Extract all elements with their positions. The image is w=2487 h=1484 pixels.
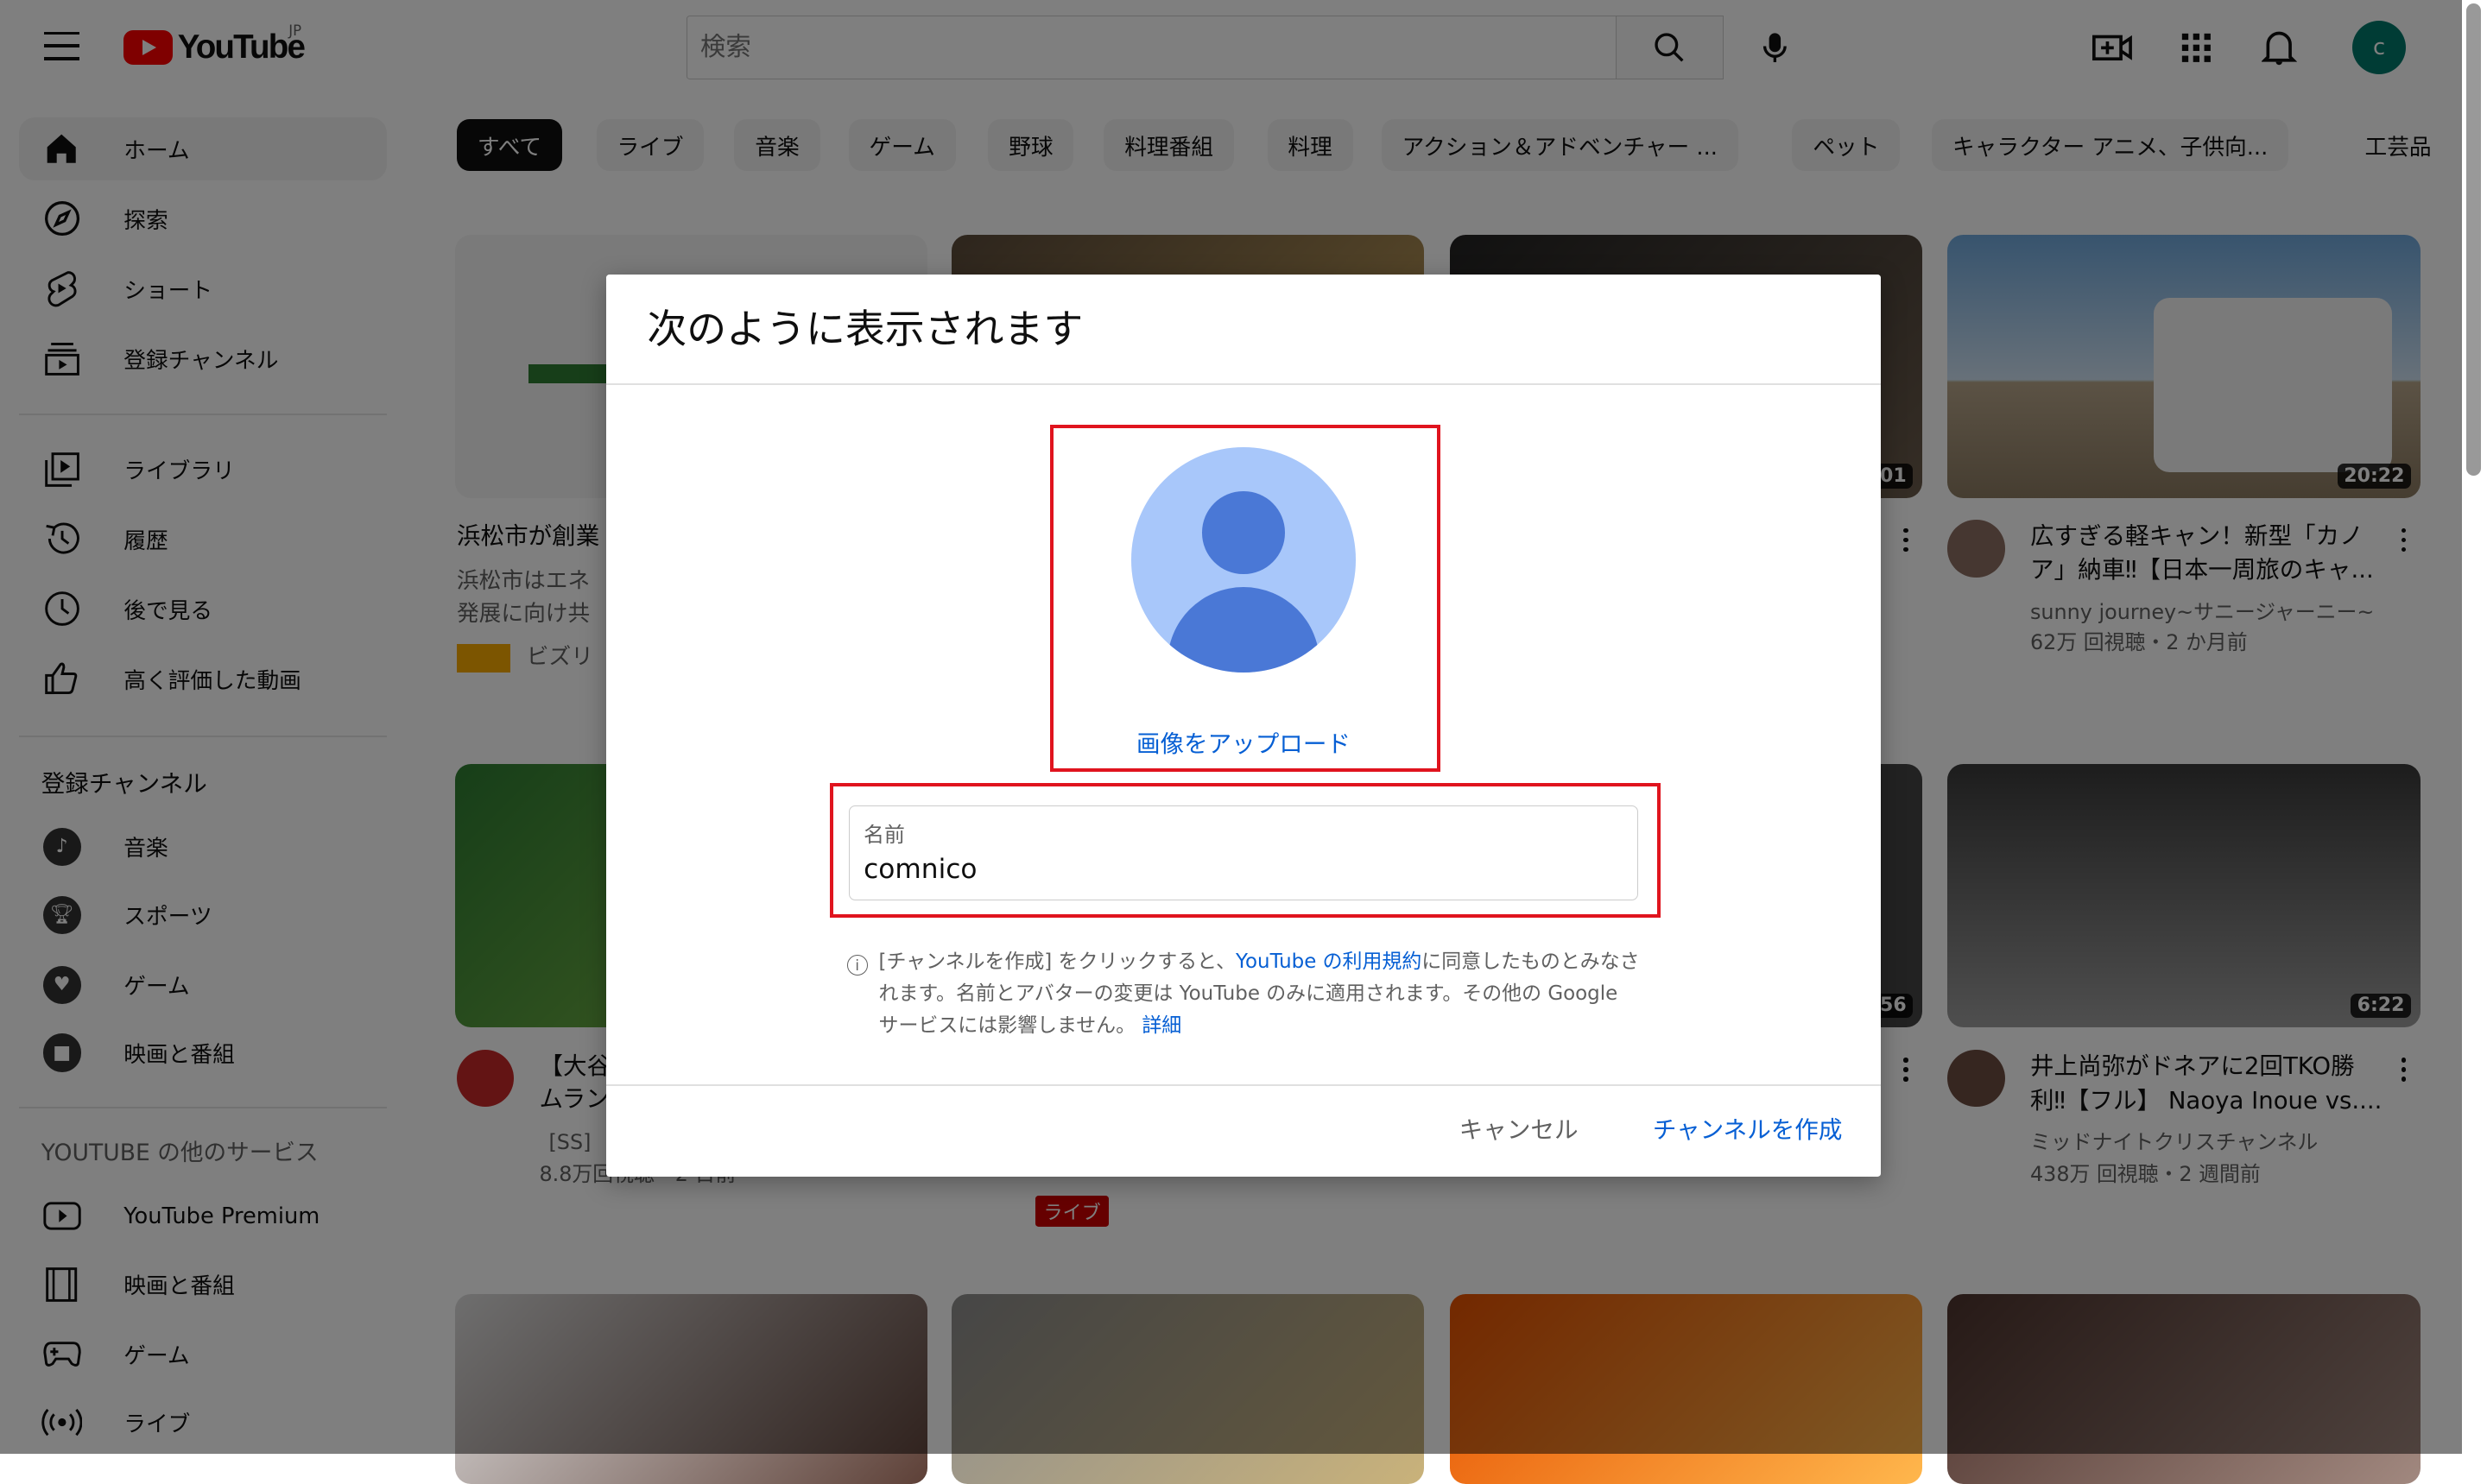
name-field-label: 名前 bbox=[864, 822, 905, 847]
avatar-head-shape bbox=[1202, 491, 1285, 574]
dialog-title: 次のように表示されます bbox=[647, 306, 1084, 353]
dialog-divider bbox=[605, 1084, 1882, 1087]
terms-link[interactable]: YouTube の利用規約 bbox=[1236, 950, 1421, 973]
info-icon: i bbox=[846, 954, 868, 976]
create-channel-button[interactable]: チャンネルを作成 bbox=[1653, 1110, 1843, 1145]
notice-text: [チャンネルを作成] をクリックすると、 bbox=[878, 950, 1237, 974]
upload-image-link[interactable]: 画像をアップロード bbox=[1130, 724, 1357, 759]
default-avatar-icon[interactable] bbox=[1130, 446, 1357, 673]
dialog-divider bbox=[605, 383, 1882, 386]
name-field[interactable]: 名前 comnico bbox=[848, 805, 1639, 901]
name-field-value[interactable]: comnico bbox=[864, 854, 977, 885]
details-link[interactable]: 詳細 bbox=[1142, 1014, 1181, 1037]
terms-notice: [チャンネルを作成] をクリックすると、YouTube の利用規約に同意したもの… bbox=[879, 946, 1643, 1041]
cancel-button[interactable]: キャンセル bbox=[1459, 1110, 1579, 1145]
scrollbar-thumb[interactable] bbox=[2466, 3, 2481, 476]
avatar-body-shape bbox=[1167, 586, 1320, 673]
create-channel-dialog: 次のように表示されます 画像をアップロード 名前 comnico i [チャンネ… bbox=[605, 274, 1882, 1177]
